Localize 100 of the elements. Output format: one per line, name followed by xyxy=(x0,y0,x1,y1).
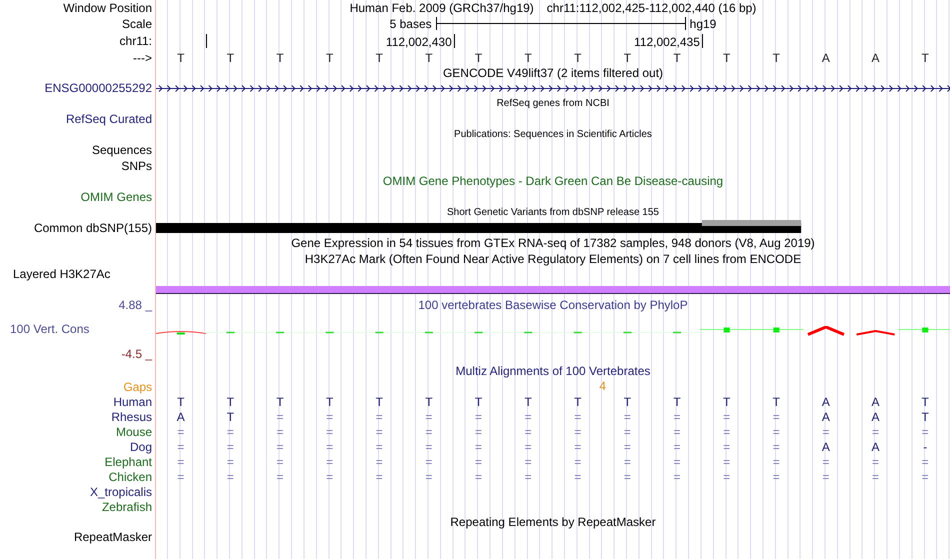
track-label[interactable]: SNPs xyxy=(121,158,152,173)
base-letter: T xyxy=(226,50,236,64)
track-title: RefSeq genes from NCBI xyxy=(496,98,610,110)
aligned-base: A xyxy=(820,394,831,408)
aligned-base: = xyxy=(424,410,434,424)
aligned-base: A xyxy=(870,440,881,454)
aligned-base: - xyxy=(922,440,928,454)
aligned-base: = xyxy=(672,470,682,484)
track-title: GENCODE V49lift37 (2 items filtered out) xyxy=(442,66,664,80)
aligned-base: = xyxy=(524,440,533,454)
track-label[interactable]: Zebrafish xyxy=(102,500,152,514)
aligned-base: T xyxy=(226,410,236,424)
aligned-base: = xyxy=(325,410,334,424)
axis-max-label: 4.88 _ xyxy=(118,298,152,312)
coordinate-tick xyxy=(206,34,207,48)
aligned-base: A xyxy=(870,394,881,408)
track-label[interactable]: ENSG00000255292 xyxy=(44,81,152,96)
signal-track-bar[interactable] xyxy=(156,286,950,294)
aligned-base: = xyxy=(424,440,434,454)
aligned-base: T xyxy=(920,410,930,424)
track-label[interactable]: RefSeq Curated xyxy=(66,112,152,126)
aligned-base: T xyxy=(573,394,582,408)
track-title: Repeating Elements by RepeatMasker xyxy=(450,514,656,529)
aligned-base: = xyxy=(920,454,930,468)
track-label[interactable]: Sequences xyxy=(92,143,152,158)
aligned-base: = xyxy=(622,424,632,438)
track-label[interactable]: OMIM Genes xyxy=(80,190,152,204)
aligned-base: A xyxy=(870,410,881,424)
track-label[interactable]: Layered H3K27Ac xyxy=(13,267,110,282)
aligned-base: = xyxy=(325,424,334,438)
aligned-base: = xyxy=(821,470,830,484)
base-letter: T xyxy=(474,50,484,64)
row-label: chr11: xyxy=(120,34,152,48)
aligned-base: = xyxy=(821,454,830,468)
aligned-base: = xyxy=(226,440,235,454)
base-letter: T xyxy=(772,50,781,64)
aligned-base: T xyxy=(474,394,484,408)
aligned-base: = xyxy=(374,440,384,454)
aligned-base: = xyxy=(226,424,235,438)
aligned-base: = xyxy=(772,440,781,454)
track-label[interactable]: RepeatMasker xyxy=(74,530,152,544)
scale-assembly: hg19 xyxy=(690,16,716,30)
aligned-base: = xyxy=(374,424,384,438)
aligned-base: T xyxy=(722,394,732,408)
aligned-base: = xyxy=(772,424,781,438)
aligned-base: = xyxy=(374,454,384,468)
aligned-base: = xyxy=(524,470,533,484)
track-label[interactable]: Rhesus xyxy=(111,410,152,424)
track-label[interactable]: Human xyxy=(113,394,152,408)
row-label: Window Position xyxy=(63,1,152,15)
coordinate-tick xyxy=(702,34,703,48)
aligned-base: = xyxy=(672,454,682,468)
track-label[interactable]: X_tropicalis xyxy=(90,484,152,498)
aligned-base: = xyxy=(374,410,384,424)
aligned-base: = xyxy=(871,470,880,484)
aligned-base: A xyxy=(176,410,186,424)
aligned-base: = xyxy=(226,470,235,484)
aligned-base: = xyxy=(573,440,582,454)
track-title: Publications: Sequences in Scientific Articles xyxy=(454,129,652,140)
aligned-base: = xyxy=(474,440,484,454)
base-letter: T xyxy=(573,50,582,64)
track-label[interactable]: Chicken xyxy=(108,470,152,484)
aligned-base: = xyxy=(920,424,930,438)
track-title: Gene Expression in 54 tissues from GTEx RNA-seq of 17382 samples, 948 donors (V8, Aug 2019) xyxy=(291,236,815,250)
aligned-base: = xyxy=(573,454,582,468)
aligned-base: A xyxy=(820,440,831,454)
aligned-base: = xyxy=(772,470,781,484)
aligned-base: = xyxy=(573,410,582,424)
aligned-base: = xyxy=(176,424,186,438)
base-letter: T xyxy=(374,50,384,64)
axis-min-label: -4.5 _ xyxy=(121,346,152,362)
coordinate-label: 112,002,435 xyxy=(634,34,700,51)
aligned-base: = xyxy=(374,470,384,484)
aligned-base: = xyxy=(722,424,732,438)
track-title: Short Genetic Variants from dbSNP release 155 xyxy=(447,206,659,218)
track-label[interactable]: Elephant xyxy=(104,454,152,468)
aligned-base: = xyxy=(871,424,880,438)
base-letter: T xyxy=(176,50,186,64)
assembly-title: Human Feb. 2009 (GRCh37/hg19) xyxy=(350,1,534,15)
coordinate-label: 112,002,430 xyxy=(386,34,452,51)
aligned-base: T xyxy=(772,394,781,408)
aligned-base: = xyxy=(573,424,582,438)
base-letter: T xyxy=(920,50,930,64)
track-label[interactable]: Common dbSNP(155) xyxy=(34,220,152,235)
aligned-base: = xyxy=(325,454,334,468)
aligned-base: = xyxy=(424,424,434,438)
aligned-base: = xyxy=(524,454,533,468)
aligned-base: T xyxy=(920,394,930,408)
base-letter: T xyxy=(672,50,682,64)
aligned-base: = xyxy=(722,470,732,484)
track-label[interactable]: Dog xyxy=(130,440,152,454)
aligned-base: = xyxy=(176,470,186,484)
row-label: Scale xyxy=(122,16,152,30)
aligned-base: = xyxy=(722,440,732,454)
aligned-base: T xyxy=(176,394,186,408)
track-label[interactable]: Mouse xyxy=(116,424,152,438)
track-label[interactable]: 100 Vert. Cons xyxy=(0,322,90,336)
aligned-base: = xyxy=(474,454,484,468)
base-letter: T xyxy=(424,50,434,64)
position-title: chr11:112,002,425-112,002,440 (16 bp) xyxy=(546,1,756,15)
